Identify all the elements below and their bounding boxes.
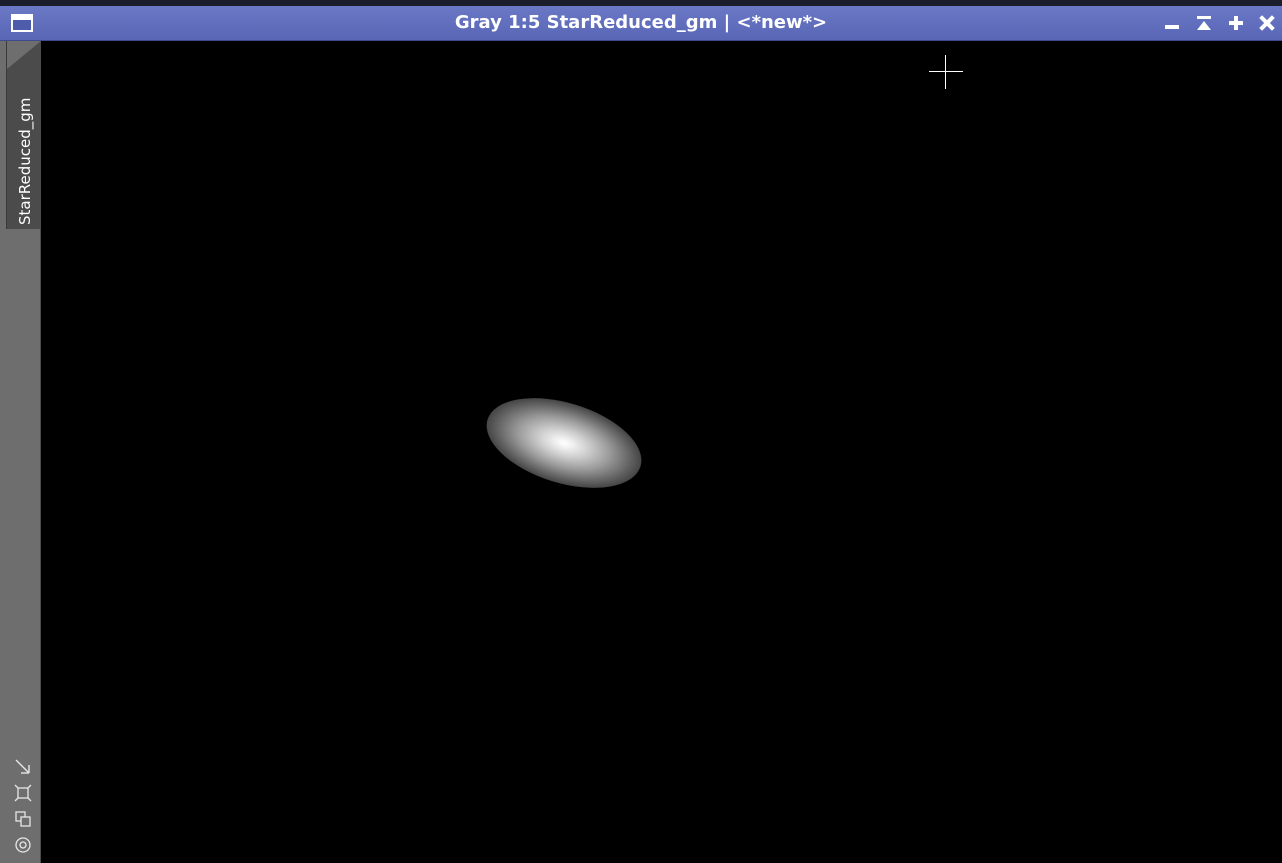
resize-icon[interactable] xyxy=(14,758,32,776)
clone-icon[interactable] xyxy=(14,810,32,828)
shade-icon[interactable] xyxy=(1193,12,1215,34)
fit-view-icon[interactable] xyxy=(14,784,32,802)
image-canvas[interactable] xyxy=(41,41,1282,863)
crosshair-cursor xyxy=(929,55,963,89)
maximize-icon[interactable] xyxy=(1225,12,1247,34)
window-title: Gray 1:5 StarReduced_gm | <*new*> xyxy=(454,12,828,33)
view-identifier-label: StarReduced_gm xyxy=(16,97,34,225)
galaxy-image xyxy=(475,381,653,505)
image-window: Gray 1:5 StarReduced_gm | <*new*> StarRe… xyxy=(0,0,1282,863)
view-identifier-tab[interactable]: StarReduced_gm xyxy=(6,41,41,229)
target-icon[interactable] xyxy=(14,836,32,854)
close-icon[interactable] xyxy=(1256,12,1278,34)
window-titlebar[interactable]: Gray 1:5 StarReduced_gm | <*new*> xyxy=(0,6,1282,41)
view-sidebar: StarReduced_gm xyxy=(0,41,41,863)
minimize-icon[interactable] xyxy=(1161,12,1183,34)
